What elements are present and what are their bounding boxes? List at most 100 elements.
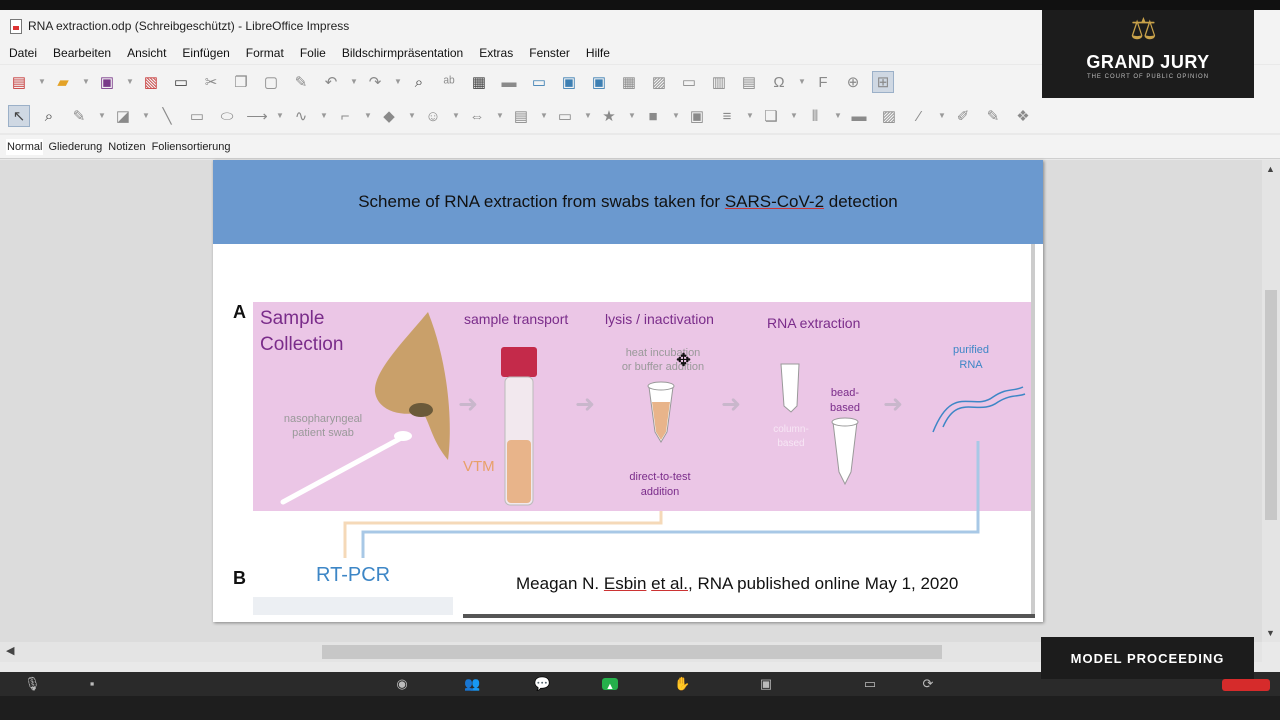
scroll-up-icon[interactable]: ▲ xyxy=(1266,164,1275,174)
connector-icon[interactable]: ⌐ xyxy=(334,105,356,127)
menu-bildschirmpraesentation[interactable]: Bildschirmpräsentation xyxy=(342,46,463,60)
share-screen-icon[interactable]: ▲ xyxy=(602,678,618,691)
toggle-extrusion-icon[interactable]: ❖ xyxy=(1012,105,1034,127)
media-icon[interactable]: ▭ xyxy=(678,71,700,93)
fill-color-icon[interactable]: ◪ xyxy=(112,105,134,127)
chart-icon[interactable]: ▥ xyxy=(708,71,730,93)
chevron-down-icon[interactable]: ▼ xyxy=(394,77,402,87)
horizontal-scroll-thumb[interactable] xyxy=(322,645,942,659)
scroll-down-icon[interactable]: ▼ xyxy=(1266,628,1275,638)
chevron-down-icon[interactable]: ▼ xyxy=(540,111,548,121)
chevron-down-icon[interactable]: ▼ xyxy=(126,77,134,87)
paste-icon[interactable]: ▢ xyxy=(260,71,282,93)
fontwork-icon[interactable]: F xyxy=(812,71,834,93)
chevron-down-icon[interactable]: ▼ xyxy=(82,77,90,87)
menu-folie[interactable]: Folie xyxy=(300,46,326,60)
more-icon[interactable]: ⟳ xyxy=(920,676,936,692)
chevron-down-icon[interactable]: ▼ xyxy=(628,111,636,121)
export-pdf-icon[interactable]: ▧ xyxy=(140,71,162,93)
filter-icon[interactable]: ⁄ xyxy=(908,105,930,127)
new-document-icon[interactable]: ▤ xyxy=(8,71,30,93)
reactions-icon[interactable]: ▣ xyxy=(758,676,774,692)
align-icon[interactable]: ≡ xyxy=(716,105,738,127)
redo-icon[interactable]: ↷ xyxy=(364,71,386,93)
chevron-down-icon[interactable]: ▼ xyxy=(452,111,460,121)
chevron-down-icon[interactable]: ▼ xyxy=(38,77,46,87)
save-icon[interactable]: ▣ xyxy=(96,71,118,93)
callouts-icon[interactable]: ▭ xyxy=(554,105,576,127)
record-icon[interactable]: ✋ xyxy=(674,676,690,692)
participants-icon[interactable]: 👥 xyxy=(464,676,480,692)
chevron-down-icon[interactable]: ▼ xyxy=(584,111,592,121)
menu-einfuegen[interactable]: Einfügen xyxy=(182,46,229,60)
image-icon[interactable]: ▨ xyxy=(648,71,670,93)
3d-objects-icon[interactable]: ■ xyxy=(642,105,664,127)
chevron-down-icon[interactable]: ▼ xyxy=(320,111,328,121)
select-arrow-icon[interactable]: ↖ xyxy=(8,105,30,127)
curve-icon[interactable]: ∿ xyxy=(290,105,312,127)
points-icon[interactable]: ✐ xyxy=(952,105,974,127)
tab-gliederung[interactable]: Gliederung xyxy=(47,139,103,155)
chevron-down-icon[interactable]: ▼ xyxy=(98,111,106,121)
chevron-down-icon[interactable]: ▼ xyxy=(276,111,284,121)
tab-notizen[interactable]: Notizen xyxy=(107,139,146,155)
microphone-icon[interactable]: 🎙 xyxy=(24,676,41,692)
display-views-icon[interactable]: ▬ xyxy=(498,71,520,93)
chevron-down-icon[interactable]: ▼ xyxy=(834,111,842,121)
find-replace-icon[interactable]: ⌕ xyxy=(408,71,430,93)
line-icon[interactable]: ╲ xyxy=(156,105,178,127)
copy-icon[interactable]: ❐ xyxy=(230,71,252,93)
symbol-shapes-icon[interactable]: ☺ xyxy=(422,105,444,127)
chevron-down-icon[interactable]: ▼ xyxy=(364,111,372,121)
apps-icon[interactable]: ▭ xyxy=(862,676,878,692)
chevron-down-icon[interactable]: ▼ xyxy=(496,111,504,121)
grid-icon[interactable]: ▦ xyxy=(468,71,490,93)
zoom-icon[interactable]: ⌕ xyxy=(38,105,60,127)
menu-extras[interactable]: Extras xyxy=(479,46,513,60)
undo-icon[interactable]: ↶ xyxy=(320,71,342,93)
textbox-icon[interactable]: ▤ xyxy=(738,71,760,93)
master-slide-icon[interactable]: ▭ xyxy=(528,71,550,93)
distribute-icon[interactable]: ⫴ xyxy=(804,105,826,127)
special-character-icon[interactable]: Ω xyxy=(768,71,790,93)
block-arrows-icon[interactable]: ⇔ xyxy=(466,105,488,127)
security-icon[interactable]: ◉ xyxy=(394,676,410,692)
transformations-icon[interactable]: ▣ xyxy=(686,105,708,127)
chevron-down-icon[interactable]: ▼ xyxy=(350,77,358,87)
slide-canvas[interactable]: Scheme of RNA extraction from swabs take… xyxy=(213,160,1043,622)
spellcheck-icon[interactable]: ᵃᵇ xyxy=(438,71,460,93)
chevron-down-icon[interactable]: ▼ xyxy=(672,111,680,121)
menu-ansicht[interactable]: Ansicht xyxy=(127,46,166,60)
menu-datei[interactable]: Datei xyxy=(9,46,37,60)
chevron-down-icon[interactable]: ▼ xyxy=(938,111,946,121)
scroll-left-icon[interactable]: ◀ xyxy=(6,644,14,657)
chat-icon[interactable]: 💬 xyxy=(534,676,550,692)
glue-points-icon[interactable]: ✎ xyxy=(982,105,1004,127)
open-folder-icon[interactable]: ▰ xyxy=(52,71,74,93)
menu-hilfe[interactable]: Hilfe xyxy=(586,46,610,60)
start-current-slide-icon[interactable]: ▣ xyxy=(588,71,610,93)
show-draw-functions-icon[interactable]: ⊞ xyxy=(872,71,894,93)
cut-icon[interactable]: ✂ xyxy=(200,71,222,93)
menu-fenster[interactable]: Fenster xyxy=(529,46,570,60)
leave-button[interactable] xyxy=(1222,679,1270,691)
line-color-icon[interactable]: ✎ xyxy=(68,105,90,127)
tab-foliensortierung[interactable]: Foliensortierung xyxy=(151,139,232,155)
camera-icon[interactable]: ▪ xyxy=(84,676,100,692)
ellipse-icon[interactable]: ⬭ xyxy=(216,105,238,127)
flowchart-icon[interactable]: ▤ xyxy=(510,105,532,127)
chevron-down-icon[interactable]: ▼ xyxy=(798,77,806,87)
arrow-line-icon[interactable]: ⟶ xyxy=(246,105,268,127)
chevron-down-icon[interactable]: ▼ xyxy=(408,111,416,121)
chevron-down-icon[interactable]: ▼ xyxy=(746,111,754,121)
basic-shapes-icon[interactable]: ◆ xyxy=(378,105,400,127)
hyperlink-icon[interactable]: ⊕ xyxy=(842,71,864,93)
vertical-scroll-thumb[interactable] xyxy=(1265,290,1277,520)
chevron-down-icon[interactable]: ▼ xyxy=(790,111,798,121)
rectangle-icon[interactable]: ▭ xyxy=(186,105,208,127)
stars-icon[interactable]: ★ xyxy=(598,105,620,127)
start-first-slide-icon[interactable]: ▣ xyxy=(558,71,580,93)
shadow-icon[interactable]: ▬ xyxy=(848,105,870,127)
chevron-down-icon[interactable]: ▼ xyxy=(142,111,150,121)
crop-icon[interactable]: ▨ xyxy=(878,105,900,127)
